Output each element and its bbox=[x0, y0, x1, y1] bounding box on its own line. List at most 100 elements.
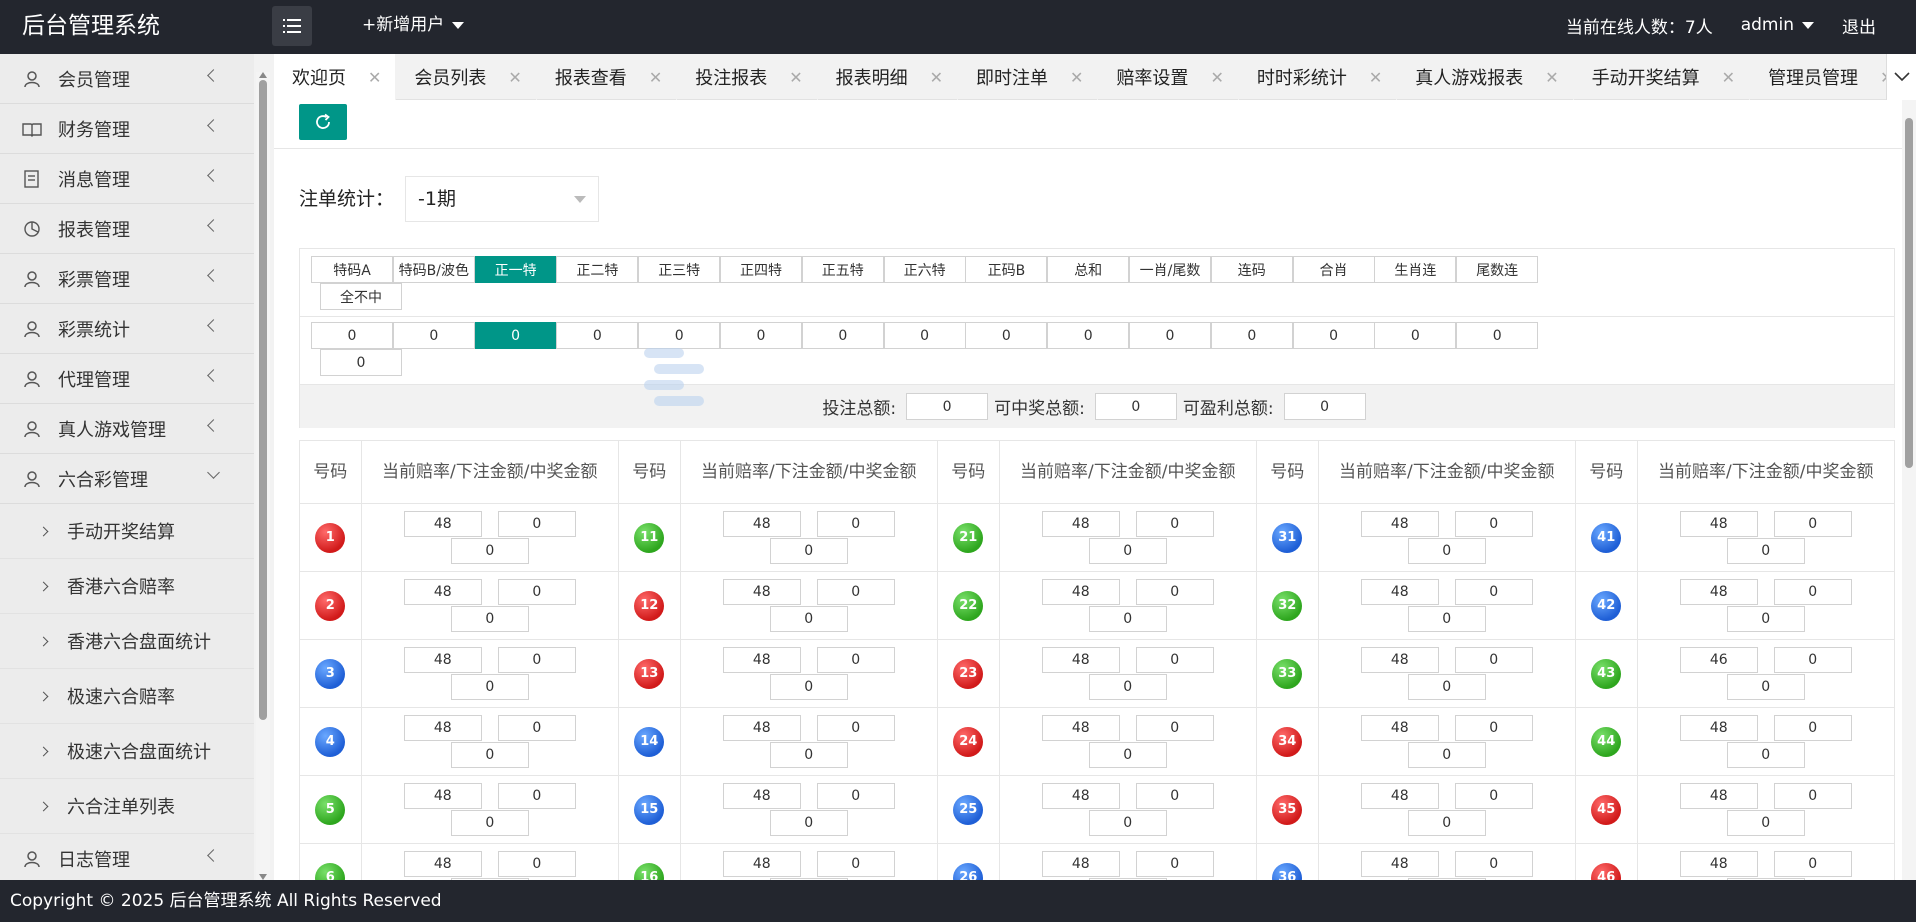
scrollbar-thumb[interactable] bbox=[1905, 118, 1913, 468]
sidebar-item-lottery-stats[interactable]: 彩票统计 bbox=[0, 304, 254, 354]
content-scrollbar[interactable] bbox=[1902, 100, 1916, 880]
win-amount-input[interactable]: 0 bbox=[450, 810, 529, 836]
total-bet-field[interactable]: 0 bbox=[906, 393, 989, 420]
odds-input[interactable]: 46 bbox=[1679, 647, 1758, 673]
bet-amount-input[interactable]: 0 bbox=[497, 851, 576, 877]
sidebar-subitem-speed-board-stats[interactable]: 极速六合盘面统计 bbox=[0, 724, 254, 779]
category-button[interactable]: 正码B bbox=[965, 256, 1048, 283]
win-amount-input[interactable]: 0 bbox=[1407, 606, 1486, 632]
sidebar-item-agents[interactable]: 代理管理 bbox=[0, 354, 254, 404]
tab-member-list[interactable]: 会员列表 ✕ bbox=[396, 54, 537, 100]
odds-input[interactable]: 48 bbox=[1679, 851, 1758, 877]
close-icon[interactable]: ✕ bbox=[930, 68, 943, 87]
close-icon[interactable]: ✕ bbox=[1369, 68, 1382, 87]
odds-input[interactable]: 48 bbox=[1360, 851, 1439, 877]
sidebar-subitem-manual-draw[interactable]: 手动开奖结算 bbox=[0, 504, 254, 559]
win-amount-input[interactable]: 0 bbox=[1088, 810, 1167, 836]
period-select[interactable]: -1期 bbox=[405, 176, 599, 222]
bet-amount-input[interactable]: 0 bbox=[1135, 715, 1214, 741]
category-button[interactable]: 全不中 bbox=[320, 283, 402, 310]
win-amount-input[interactable]: 0 bbox=[1407, 538, 1486, 564]
category-value-field[interactable]: 0 bbox=[965, 322, 1048, 349]
category-value-field[interactable]: 0 bbox=[1456, 322, 1539, 349]
win-amount-input[interactable]: 0 bbox=[769, 538, 848, 564]
add-user-menu[interactable]: +新增用户 bbox=[362, 0, 465, 50]
category-value-field[interactable]: 0 bbox=[1129, 322, 1211, 349]
tab-welcome[interactable]: 欢迎页 ✕ bbox=[274, 54, 397, 100]
scrollbar-thumb[interactable] bbox=[259, 80, 267, 720]
bet-amount-input[interactable]: 0 bbox=[1454, 647, 1533, 673]
bet-amount-input[interactable]: 0 bbox=[497, 715, 576, 741]
odds-input[interactable]: 48 bbox=[1360, 647, 1439, 673]
sidebar-item-logs[interactable]: 日志管理 bbox=[0, 834, 254, 880]
category-value-field[interactable]: 0 bbox=[801, 322, 884, 349]
odds-input[interactable]: 48 bbox=[403, 579, 482, 605]
win-amount-input[interactable]: 0 bbox=[1407, 674, 1486, 700]
odds-input[interactable]: 48 bbox=[1360, 783, 1439, 809]
bet-amount-input[interactable]: 0 bbox=[1135, 511, 1214, 537]
bet-amount-input[interactable]: 0 bbox=[497, 511, 576, 537]
category-button[interactable]: 正四特 bbox=[720, 256, 802, 283]
tab-live-orders[interactable]: 即时注单 ✕ bbox=[958, 54, 1099, 100]
odds-input[interactable]: 48 bbox=[1679, 511, 1758, 537]
category-value-field[interactable]: 0 bbox=[1047, 322, 1130, 349]
sidebar-subitem-hk-odds[interactable]: 香港六合赔率 bbox=[0, 559, 254, 614]
scroll-up-icon[interactable] bbox=[259, 72, 267, 78]
sidebar-subitem-hk-board-stats[interactable]: 香港六合盘面统计 bbox=[0, 614, 254, 669]
odds-input[interactable]: 48 bbox=[1041, 851, 1120, 877]
odds-input[interactable]: 48 bbox=[1041, 783, 1120, 809]
category-button[interactable]: 正二特 bbox=[556, 256, 639, 283]
odds-input[interactable]: 48 bbox=[1041, 715, 1120, 741]
bet-amount-input[interactable]: 0 bbox=[816, 715, 895, 741]
category-value-field[interactable]: 0 bbox=[474, 322, 557, 349]
total-profit-field[interactable]: 0 bbox=[1283, 393, 1366, 420]
bet-amount-input[interactable]: 0 bbox=[1135, 579, 1214, 605]
win-amount-input[interactable]: 0 bbox=[450, 538, 529, 564]
sidebar-subitem-speed-odds[interactable]: 极速六合赔率 bbox=[0, 669, 254, 724]
odds-input[interactable]: 48 bbox=[722, 647, 801, 673]
bet-amount-input[interactable]: 0 bbox=[497, 579, 576, 605]
bet-amount-input[interactable]: 0 bbox=[1454, 783, 1533, 809]
category-button[interactable]: 合肖 bbox=[1292, 256, 1375, 283]
sidebar-item-mark-six[interactable]: 六合彩管理 bbox=[0, 454, 254, 504]
sidebar-item-finance[interactable]: 财务管理 bbox=[0, 104, 254, 154]
close-icon[interactable]: ✕ bbox=[368, 68, 381, 87]
odds-input[interactable]: 48 bbox=[722, 851, 801, 877]
tab-manual-draw[interactable]: 手动开奖结算 ✕ bbox=[1574, 54, 1751, 100]
bet-amount-input[interactable]: 0 bbox=[1454, 851, 1533, 877]
bet-amount-input[interactable]: 0 bbox=[1773, 715, 1852, 741]
category-button[interactable]: 特码B/波色 bbox=[392, 256, 475, 283]
odds-input[interactable]: 48 bbox=[1679, 715, 1758, 741]
tab-odds-settings[interactable]: 赔率设置 ✕ bbox=[1098, 54, 1239, 100]
bet-amount-input[interactable]: 0 bbox=[1135, 851, 1214, 877]
sidebar-item-members[interactable]: 会员管理 bbox=[0, 54, 254, 104]
win-amount-input[interactable]: 0 bbox=[1726, 810, 1805, 836]
odds-input[interactable]: 48 bbox=[722, 715, 801, 741]
win-amount-input[interactable]: 0 bbox=[1726, 674, 1805, 700]
category-value-field[interactable]: 0 bbox=[556, 322, 639, 349]
category-value-field[interactable]: 0 bbox=[1374, 322, 1457, 349]
sidebar-item-lottery[interactable]: 彩票管理 bbox=[0, 254, 254, 304]
win-amount-input[interactable]: 0 bbox=[1088, 538, 1167, 564]
sidebar-item-messages[interactable]: 消息管理 bbox=[0, 154, 254, 204]
sidebar-subitem-mark-six-orders[interactable]: 六合注单列表 bbox=[0, 779, 254, 834]
odds-input[interactable]: 48 bbox=[722, 511, 801, 537]
odds-input[interactable]: 48 bbox=[403, 511, 482, 537]
win-amount-input[interactable]: 0 bbox=[1088, 674, 1167, 700]
odds-input[interactable]: 48 bbox=[1041, 647, 1120, 673]
category-value-field[interactable]: 0 bbox=[1210, 322, 1293, 349]
win-amount-input[interactable]: 0 bbox=[450, 742, 529, 768]
bet-amount-input[interactable]: 0 bbox=[1454, 715, 1533, 741]
sidebar-item-reports[interactable]: 报表管理 bbox=[0, 204, 254, 254]
close-icon[interactable]: ✕ bbox=[1722, 68, 1735, 87]
win-amount-input[interactable]: 0 bbox=[1088, 742, 1167, 768]
win-amount-input[interactable]: 0 bbox=[769, 674, 848, 700]
odds-input[interactable]: 48 bbox=[403, 783, 482, 809]
category-value-field[interactable]: 0 bbox=[1292, 322, 1375, 349]
odds-input[interactable]: 48 bbox=[403, 715, 482, 741]
tab-live-game-report[interactable]: 真人游戏报表 ✕ bbox=[1397, 54, 1574, 100]
bet-amount-input[interactable]: 0 bbox=[1454, 511, 1533, 537]
logout-link[interactable]: 退出 bbox=[1842, 13, 1876, 38]
bet-amount-input[interactable]: 0 bbox=[1773, 783, 1852, 809]
win-amount-input[interactable]: 0 bbox=[1407, 742, 1486, 768]
